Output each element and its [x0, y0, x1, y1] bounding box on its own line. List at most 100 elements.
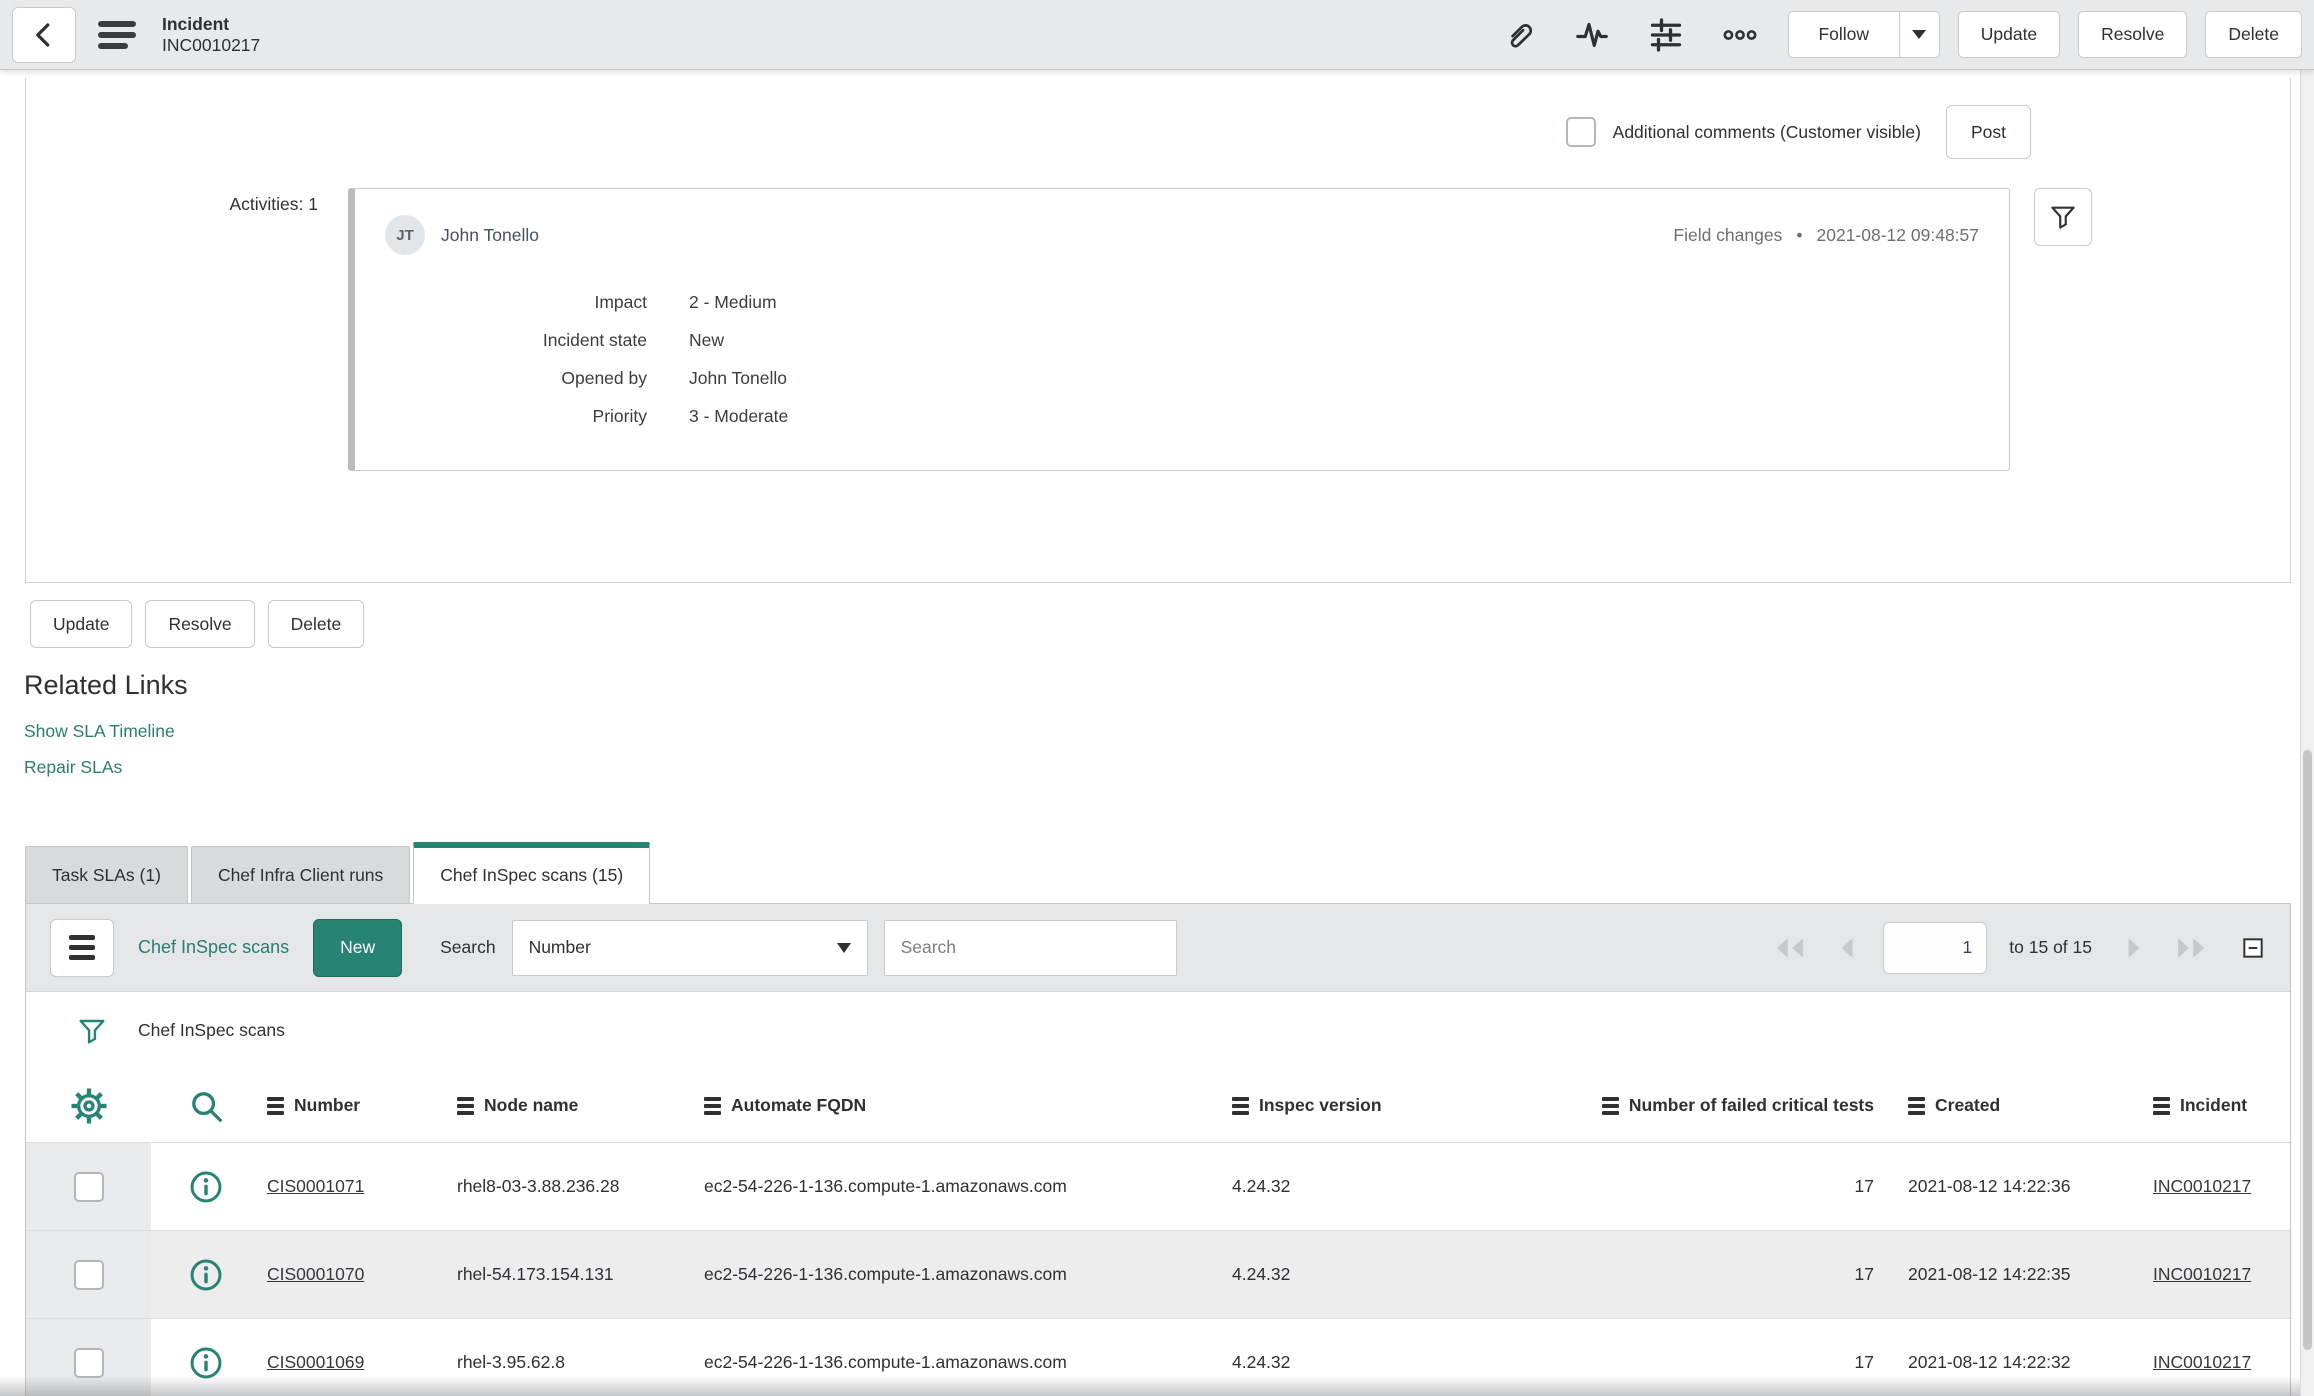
field-value: John Tonello — [689, 368, 787, 388]
back-chevron-icon — [29, 20, 59, 50]
collapse-list-icon[interactable] — [2240, 935, 2266, 961]
personalize-icon[interactable] — [1648, 17, 1684, 53]
info-circle-icon[interactable] — [188, 1257, 224, 1293]
tab-chef-inspec-scans[interactable]: Chef InSpec scans (15) — [413, 842, 651, 904]
search-field-select[interactable]: Number — [511, 919, 868, 976]
row-checkbox[interactable] — [73, 1259, 104, 1290]
header-delete-button[interactable]: Delete — [2205, 11, 2302, 58]
row-checkbox[interactable] — [73, 1171, 104, 1202]
activity-stream-icon[interactable] — [1574, 17, 1610, 53]
list-context-menu-button[interactable] — [50, 918, 114, 977]
column-menu-icon[interactable] — [267, 1096, 284, 1115]
gear-icon[interactable] — [69, 1086, 109, 1126]
scan-number-link[interactable]: CIS0001071 — [267, 1176, 364, 1197]
column-menu-icon[interactable] — [704, 1096, 721, 1115]
paperclip-icon[interactable] — [1500, 17, 1536, 53]
field-value: 3 - Moderate — [689, 406, 789, 426]
activity-entry-card: JT John Tonello Field changes • 2021-08-… — [348, 188, 2010, 471]
header-resolve-button[interactable]: Resolve — [2078, 11, 2188, 58]
table-row: CIS0001070 rhel-54.173.154.131 ec2-54-22… — [26, 1231, 2290, 1319]
scan-number-link[interactable]: CIS0001069 — [267, 1352, 364, 1373]
last-page-icon[interactable] — [2170, 932, 2210, 964]
failed-critical-tests-cell: 17 — [1854, 1352, 1874, 1372]
activity-entry-header: JT John Tonello Field changes • 2021-08-… — [385, 215, 1979, 255]
follow-split-button: Follow — [1787, 11, 1940, 58]
column-header-failed-critical-tests[interactable]: Number of failed critical tests — [1484, 1069, 1884, 1142]
tab-task-slas[interactable]: Task SLAs (1) — [25, 846, 188, 903]
column-header-inspec-version[interactable]: Inspec version — [1224, 1069, 1484, 1142]
column-menu-icon[interactable] — [2153, 1096, 2170, 1115]
activity-author: John Tonello — [441, 224, 539, 245]
failed-critical-tests-cell: 17 — [1854, 1264, 1874, 1284]
header-update-button[interactable]: Update — [1957, 11, 2061, 58]
activity-timestamp: 2021-08-12 09:48:57 — [1816, 224, 1980, 245]
column-header-node-name[interactable]: Node name — [451, 1069, 696, 1142]
back-button[interactable] — [12, 6, 76, 63]
scan-number-link[interactable]: CIS0001070 — [267, 1264, 364, 1285]
record-title: Incident INC0010217 — [162, 14, 260, 56]
column-menu-icon[interactable] — [1232, 1096, 1249, 1115]
activity-meta: Field changes • 2021-08-12 09:48:57 — [1673, 225, 1979, 246]
field-label: Priority — [592, 406, 647, 426]
more-options-icon[interactable] — [1722, 17, 1758, 53]
previous-page-icon[interactable] — [1827, 932, 1867, 964]
column-menu-icon[interactable] — [1601, 1096, 1619, 1115]
node-name-cell: rhel-3.95.62.8 — [457, 1352, 565, 1372]
incident-form-section: Additional comments (Customer visible) P… — [25, 78, 2291, 583]
info-circle-icon[interactable] — [188, 1345, 224, 1381]
follow-dropdown-button[interactable] — [1899, 11, 1940, 58]
resolve-button[interactable]: Resolve — [145, 600, 255, 648]
activities-section: Activities: 1 JT John Tonello Field chan… — [26, 188, 2290, 471]
automate-fqdn-cell: ec2-54-226-1-136.compute-1.amazonaws.com — [704, 1352, 1067, 1372]
search-magnifier-icon[interactable] — [187, 1087, 225, 1125]
related-links-title: Related Links — [24, 670, 188, 700]
form-context-menu-icon[interactable] — [98, 20, 136, 49]
list-search-input[interactable] — [883, 919, 1177, 976]
new-record-button[interactable]: New — [313, 918, 403, 977]
follow-button[interactable]: Follow — [1787, 11, 1900, 58]
automate-fqdn-cell: ec2-54-226-1-136.compute-1.amazonaws.com — [704, 1176, 1067, 1196]
tab-chef-infra-client-runs[interactable]: Chef Infra Client runs — [190, 846, 411, 903]
breadcrumb-filter-funnel-icon[interactable] — [76, 1015, 108, 1047]
automate-fqdn-cell: ec2-54-226-1-136.compute-1.amazonaws.com — [704, 1264, 1067, 1284]
search-label: Search — [440, 937, 496, 957]
activity-filter-button[interactable] — [2034, 188, 2092, 246]
activity-meta-bullet: • — [1796, 224, 1803, 245]
column-header-incident[interactable]: Incident — [2129, 1069, 2290, 1142]
scrollbar-thumb[interactable] — [2303, 750, 2312, 1350]
repair-slas-link[interactable]: Repair SLAs — [24, 749, 2314, 785]
column-menu-icon[interactable] — [1908, 1096, 1925, 1115]
info-circle-icon[interactable] — [188, 1169, 224, 1205]
column-header-created[interactable]: Created — [1884, 1069, 2129, 1142]
show-sla-timeline-link[interactable]: Show SLA Timeline — [24, 713, 2314, 749]
activities-count-label: Activities: 1 — [229, 194, 319, 214]
created-cell: 2021-08-12 14:22:36 — [1908, 1176, 2071, 1196]
delete-button[interactable]: Delete — [267, 600, 365, 648]
column-header-automate-fqdn[interactable]: Automate FQDN — [696, 1069, 1224, 1142]
inspec-version-cell: 4.24.32 — [1232, 1352, 1291, 1372]
list-title-link[interactable]: Chef InSpec scans — [138, 937, 289, 958]
first-page-icon[interactable] — [1771, 932, 1811, 964]
post-button[interactable]: Post — [1945, 105, 2031, 159]
column-menu-icon[interactable] — [457, 1096, 474, 1115]
page-number-input[interactable] — [1883, 921, 1988, 974]
record-number-label: INC0010217 — [162, 34, 261, 55]
update-button[interactable]: Update — [30, 600, 133, 648]
field-label: Impact — [594, 292, 647, 312]
incident-link[interactable]: INC0010217 — [2153, 1264, 2251, 1285]
failed-critical-tests-cell: 17 — [1854, 1176, 1874, 1196]
additional-comments-label: Additional comments (Customer visible) — [1612, 121, 1921, 142]
table-row: CIS0001069 rhel-3.95.62.8 ec2-54-226-1-1… — [26, 1319, 2290, 1396]
inspec-version-cell: 4.24.32 — [1232, 1264, 1291, 1284]
filter-funnel-icon — [2048, 202, 2078, 232]
search-field-selected-value: Number — [528, 937, 591, 957]
column-header-number[interactable]: Number — [261, 1069, 451, 1142]
breadcrumb[interactable]: Chef InSpec scans — [138, 1020, 285, 1041]
page-scrollbar[interactable] — [2300, 70, 2314, 1396]
row-checkbox[interactable] — [73, 1347, 104, 1378]
additional-comments-checkbox[interactable] — [1565, 117, 1596, 147]
next-page-icon[interactable] — [2114, 932, 2154, 964]
incident-link[interactable]: INC0010217 — [2153, 1352, 2251, 1373]
incident-link[interactable]: INC0010217 — [2153, 1176, 2251, 1197]
chef-inspec-scans-list: Chef InSpec scans New Search Number to 1… — [25, 903, 2291, 1396]
